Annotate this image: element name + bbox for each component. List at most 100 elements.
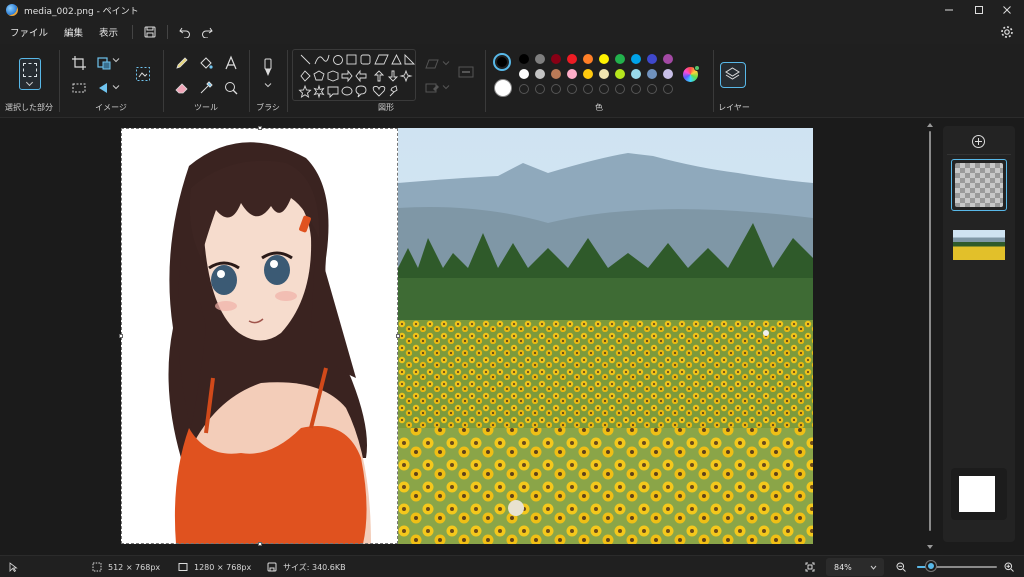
color-swatch[interactable] — [519, 69, 529, 79]
chevron-down-icon — [870, 565, 877, 570]
scrollbar-thumb[interactable] — [929, 131, 931, 531]
zoom-level-dropdown[interactable]: 84% — [826, 558, 884, 576]
brush-icon[interactable] — [260, 58, 276, 78]
color-picker-icon[interactable] — [198, 80, 214, 96]
layer-thumbnail-transparent[interactable] — [951, 159, 1007, 211]
chevron-down-icon[interactable] — [442, 83, 450, 91]
color-swatch[interactable] — [599, 54, 609, 64]
brushes-group: ブラシ — [250, 44, 286, 118]
color-swatch[interactable] — [647, 54, 657, 64]
custom-color-slot[interactable] — [663, 84, 673, 94]
crop-icon[interactable] — [71, 55, 87, 71]
minimize-button[interactable] — [932, 0, 966, 20]
layers-button[interactable] — [720, 62, 746, 88]
gear-icon — [1001, 26, 1013, 38]
vertical-scrollbar[interactable] — [926, 121, 934, 553]
fit-to-window-icon — [805, 562, 815, 572]
secondary-color-button[interactable] — [494, 79, 512, 97]
character-illustration — [121, 128, 398, 544]
pencil-icon[interactable] — [174, 55, 190, 71]
selection-size-icon — [92, 562, 102, 572]
shape-fill-icon[interactable] — [424, 80, 440, 96]
color-swatch[interactable] — [599, 69, 609, 79]
selection-handle-left[interactable] — [119, 334, 123, 338]
add-layer-button[interactable] — [972, 135, 985, 148]
color-swatch[interactable] — [663, 54, 673, 64]
custom-color-slot[interactable] — [567, 84, 577, 94]
selection-tool-button[interactable] — [19, 58, 41, 90]
custom-color-slot[interactable] — [551, 84, 561, 94]
undo-button[interactable] — [174, 23, 196, 41]
eraser-icon[interactable] — [174, 80, 190, 96]
chevron-down-icon[interactable] — [112, 83, 120, 91]
custom-color-slot[interactable] — [599, 84, 609, 94]
selection-handle-bottom[interactable] — [258, 542, 262, 546]
magnifier-icon[interactable] — [223, 80, 239, 96]
color-swatch[interactable] — [567, 69, 577, 79]
ribbon-toolbar: 選択した部分 イメージ ツール ブラシ 図形 色 レイヤー — [0, 44, 1024, 118]
shape-size-icon[interactable] — [458, 64, 474, 80]
color-swatch[interactable] — [583, 54, 593, 64]
edit-colors-button[interactable] — [683, 65, 700, 82]
canvas-size-icon — [178, 563, 188, 571]
color-swatch[interactable] — [647, 69, 657, 79]
layers-divider — [947, 154, 1011, 155]
shapes-gallery[interactable] — [292, 49, 416, 101]
zoom-level-text: 84% — [834, 562, 852, 572]
color-swatch[interactable] — [631, 69, 641, 79]
chevron-down-icon[interactable] — [112, 56, 120, 64]
menu-file[interactable]: ファイル — [2, 25, 56, 39]
selection-handle-top[interactable] — [258, 126, 262, 130]
image-canvas[interactable] — [121, 128, 813, 544]
color-swatch[interactable] — [583, 69, 593, 79]
color-swatch[interactable] — [535, 69, 545, 79]
canvas-area[interactable] — [0, 118, 936, 555]
zoom-slider-thumb[interactable] — [926, 561, 937, 571]
layer-thumbnail-photo[interactable] — [951, 230, 1007, 264]
custom-color-slot[interactable] — [583, 84, 593, 94]
selection-size-status: 512 × 768px — [92, 556, 160, 577]
color-swatch[interactable] — [551, 54, 561, 64]
settings-button[interactable] — [1000, 24, 1016, 40]
layer-thumbnail-white[interactable] — [951, 468, 1007, 520]
custom-color-slot[interactable] — [631, 84, 641, 94]
image-select-icon[interactable] — [71, 80, 87, 96]
save-button[interactable] — [139, 23, 161, 41]
custom-color-slot[interactable] — [615, 84, 625, 94]
color-swatch[interactable] — [663, 69, 673, 79]
color-swatch[interactable] — [519, 54, 529, 64]
menu-view[interactable]: 表示 — [91, 25, 126, 39]
redo-button[interactable] — [196, 23, 218, 41]
text-icon[interactable] — [223, 55, 239, 71]
color-swatch[interactable] — [631, 54, 641, 64]
chevron-down-icon[interactable] — [442, 59, 450, 67]
add-color-icon — [694, 65, 700, 71]
selection-handle-right[interactable] — [396, 334, 400, 338]
color-swatch[interactable] — [567, 54, 577, 64]
zoom-out-button[interactable] — [896, 556, 906, 577]
rotate-icon[interactable] — [96, 80, 112, 96]
scroll-up-icon[interactable] — [926, 121, 934, 129]
background-removal-icon[interactable] — [135, 66, 151, 82]
undo-icon — [179, 27, 191, 38]
chevron-down-icon[interactable] — [264, 81, 272, 89]
canvas-size-text: 1280 × 768px — [194, 562, 252, 572]
color-swatch[interactable] — [535, 54, 545, 64]
color-swatch[interactable] — [615, 69, 625, 79]
color-swatch[interactable] — [551, 69, 561, 79]
color-swatch[interactable] — [615, 54, 625, 64]
resize-icon[interactable] — [96, 55, 112, 71]
primary-color-button[interactable] — [493, 53, 511, 71]
zoom-in-button[interactable] — [1004, 556, 1014, 577]
fit-to-window-button[interactable] — [805, 556, 815, 577]
menu-edit[interactable]: 編集 — [56, 25, 91, 39]
close-button[interactable] — [990, 0, 1024, 20]
pointer-position — [8, 556, 18, 577]
scroll-down-icon[interactable] — [926, 543, 934, 551]
layers-group-label: レイヤー — [718, 103, 750, 112]
fill-bucket-icon[interactable] — [198, 55, 214, 71]
custom-color-slot[interactable] — [535, 84, 545, 94]
custom-color-slot[interactable] — [647, 84, 657, 94]
shape-outline-icon[interactable] — [424, 56, 440, 72]
custom-color-slot[interactable] — [519, 84, 529, 94]
